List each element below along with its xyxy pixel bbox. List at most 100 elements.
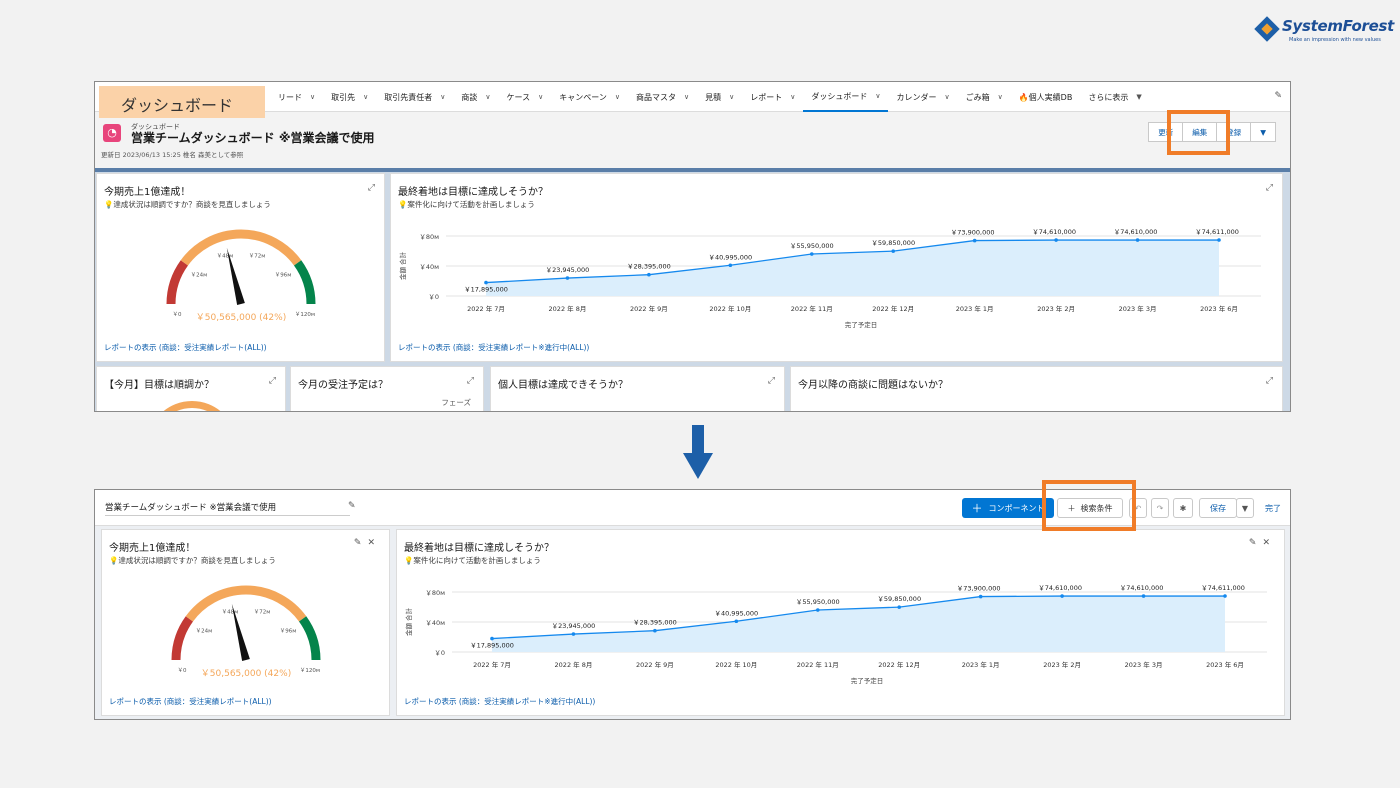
pencil-icon[interactable]: ✎: [1249, 538, 1263, 548]
card-edit-actions[interactable]: ✎✕: [1249, 538, 1276, 548]
gauge-tick-label: ￥72м: [254, 609, 271, 616]
nav-tab[interactable]: カレンダー ∨: [888, 82, 957, 112]
gauge-band: [166, 260, 189, 305]
data-point[interactable]: [815, 608, 820, 612]
pencil-icon[interactable]: ✎: [354, 538, 368, 548]
nav-tab[interactable]: 見積 ∨: [697, 82, 742, 112]
nav-tab[interactable]: 取引先 ∨: [323, 82, 376, 112]
gauge-value-label: ￥50,565,000 (42%): [196, 313, 286, 323]
chevron-down-icon[interactable]: ▼: [1136, 93, 1141, 101]
chevron-down-icon[interactable]: ∨: [440, 93, 445, 101]
data-point[interactable]: [571, 632, 576, 636]
chevron-down-icon[interactable]: ∨: [944, 93, 949, 101]
done-button[interactable]: 完了: [1265, 503, 1281, 514]
chevron-down-icon[interactable]: ∨: [998, 93, 1003, 101]
data-point[interactable]: [972, 238, 977, 243]
add-component-button[interactable]: ＋ コンポーネント: [962, 498, 1054, 518]
data-label: ￥55,950,000: [790, 242, 834, 250]
settings-button[interactable]: ✱: [1173, 498, 1193, 518]
data-point[interactable]: [891, 249, 896, 253]
expand-icon[interactable]: ⤢: [1266, 376, 1273, 386]
data-point[interactable]: [647, 272, 651, 277]
data-label: ￥59,850,000: [877, 595, 921, 603]
chevron-down-icon[interactable]: ∨: [615, 93, 620, 101]
nav-tab[interactable]: リード ∨: [270, 82, 323, 112]
nav-tab-label: キャンペーン: [559, 92, 607, 102]
nav-tab[interactable]: レポート ∨: [742, 82, 803, 112]
data-point[interactable]: [809, 252, 814, 256]
view-report-link[interactable]: レポートの表示 (商談：受注実績レポート※進行中(ALL)): [398, 342, 589, 353]
nav-tab-label: カレンダー: [896, 92, 937, 102]
card-title: 個人目標は達成できそうか？: [498, 380, 628, 391]
chevron-down-icon[interactable]: ∨: [363, 93, 368, 101]
data-point[interactable]: [1135, 238, 1140, 242]
view-report-link[interactable]: レポートの表示 (商談：受注実績レポート(ALL)): [104, 342, 267, 353]
data-label: ￥74,610,000: [1038, 584, 1082, 592]
y-tick-label: ￥0: [434, 649, 445, 657]
nav-tab[interactable]: ダッシュボード ∨: [803, 82, 889, 112]
data-point[interactable]: [653, 628, 657, 633]
y-tick-label: ￥80м: [419, 233, 439, 241]
x-tick-label: 2022 年 11月: [791, 304, 833, 313]
chevron-down-icon[interactable]: ∨: [790, 93, 795, 101]
expand-icon[interactable]: ⤢: [768, 376, 775, 386]
close-icon[interactable]: ✕: [1262, 538, 1276, 548]
nav-tab[interactable]: 商品マスタ ∨: [628, 82, 697, 112]
area-fill: [486, 240, 1219, 296]
line-card-title: 最終着地は目標に達成しそうか？: [404, 543, 554, 554]
data-point[interactable]: [484, 280, 488, 285]
gauge-tick-label: ￥24м: [196, 627, 213, 634]
data-point[interactable]: [1223, 594, 1227, 598]
pencil-icon[interactable]: ✎: [348, 501, 356, 511]
expand-icon[interactable]: ⤢: [467, 376, 474, 386]
y-axis-label: 金額 合計: [398, 251, 407, 280]
chevron-down-icon[interactable]: ∨: [310, 93, 315, 101]
chevron-down-icon[interactable]: ∨: [875, 92, 880, 100]
redo-button[interactable]: ↷: [1151, 498, 1169, 518]
more-actions-button[interactable]: ▼: [1250, 122, 1276, 142]
data-point[interactable]: [1141, 594, 1146, 598]
expand-icon[interactable]: ⤢: [269, 376, 276, 386]
chevron-down-icon[interactable]: ∨: [684, 93, 689, 101]
gauge-band: [298, 616, 321, 661]
data-point[interactable]: [734, 619, 739, 624]
line-card-subtitle: 💡案件化に向けて活動を計画しましょう: [398, 200, 535, 209]
view-report-link[interactable]: レポートの表示 (商談：受注実績レポート※進行中(ALL)): [404, 696, 595, 707]
nav-tab[interactable]: 取引先責任者 ∨: [376, 82, 453, 112]
area-chart: ￥0 ￥40м ￥80м 金額 合計 ￥17,895,000 2022 年 7月 ￥23,9…: [404, 584, 1267, 685]
nav-tab[interactable]: さらに表示 ▼: [1080, 82, 1149, 112]
data-point[interactable]: [1054, 238, 1058, 242]
add-component-label: コンポーネント: [988, 503, 1045, 513]
nav-tab[interactable]: 🔥個人実績DB: [1011, 82, 1081, 112]
data-point[interactable]: [728, 263, 733, 268]
nav-tab[interactable]: キャンペーン ∨: [551, 82, 628, 112]
save-options-button[interactable]: ▼: [1236, 498, 1254, 518]
edit-nav-pencil-icon[interactable]: ✎: [1274, 91, 1282, 101]
card-edit-actions[interactable]: ✎✕: [354, 538, 381, 548]
data-point[interactable]: [565, 276, 570, 280]
close-icon[interactable]: ✕: [367, 538, 381, 548]
y-tick-label: ￥80м: [425, 589, 445, 597]
gauge-value-label: ￥50,565,000 (42%): [201, 669, 291, 679]
data-point[interactable]: [1217, 238, 1221, 242]
dashboard-name-field[interactable]: 営業チームダッシュボード ※営業会議で使用: [105, 501, 350, 516]
view-report-link[interactable]: レポートの表示 (商談：受注実績レポート(ALL)): [109, 696, 272, 707]
data-point[interactable]: [978, 594, 983, 599]
nav-tab[interactable]: ごみ箱 ∨: [958, 82, 1011, 112]
data-point[interactable]: [490, 636, 494, 641]
data-point[interactable]: [1060, 594, 1064, 598]
data-label: ￥40,995,000: [714, 609, 758, 617]
x-tick-label: 2023 年 6月: [1200, 304, 1238, 313]
data-label: ￥28,395,000: [627, 263, 671, 271]
chevron-down-icon[interactable]: ∨: [729, 93, 734, 101]
nav-tab[interactable]: ケース ∨: [499, 82, 552, 112]
chevron-down-icon[interactable]: ∨: [538, 93, 543, 101]
data-label: ￥74,610,000: [1120, 584, 1164, 592]
chevron-down-icon[interactable]: ∨: [485, 93, 490, 101]
save-button[interactable]: 保存: [1199, 498, 1237, 518]
expand-icon[interactable]: ⤢: [1266, 183, 1273, 193]
expand-icon[interactable]: ⤢: [368, 183, 375, 193]
filter-button-highlight: [1042, 480, 1136, 531]
nav-tab[interactable]: 商談 ∨: [453, 82, 498, 112]
data-point[interactable]: [897, 605, 902, 609]
